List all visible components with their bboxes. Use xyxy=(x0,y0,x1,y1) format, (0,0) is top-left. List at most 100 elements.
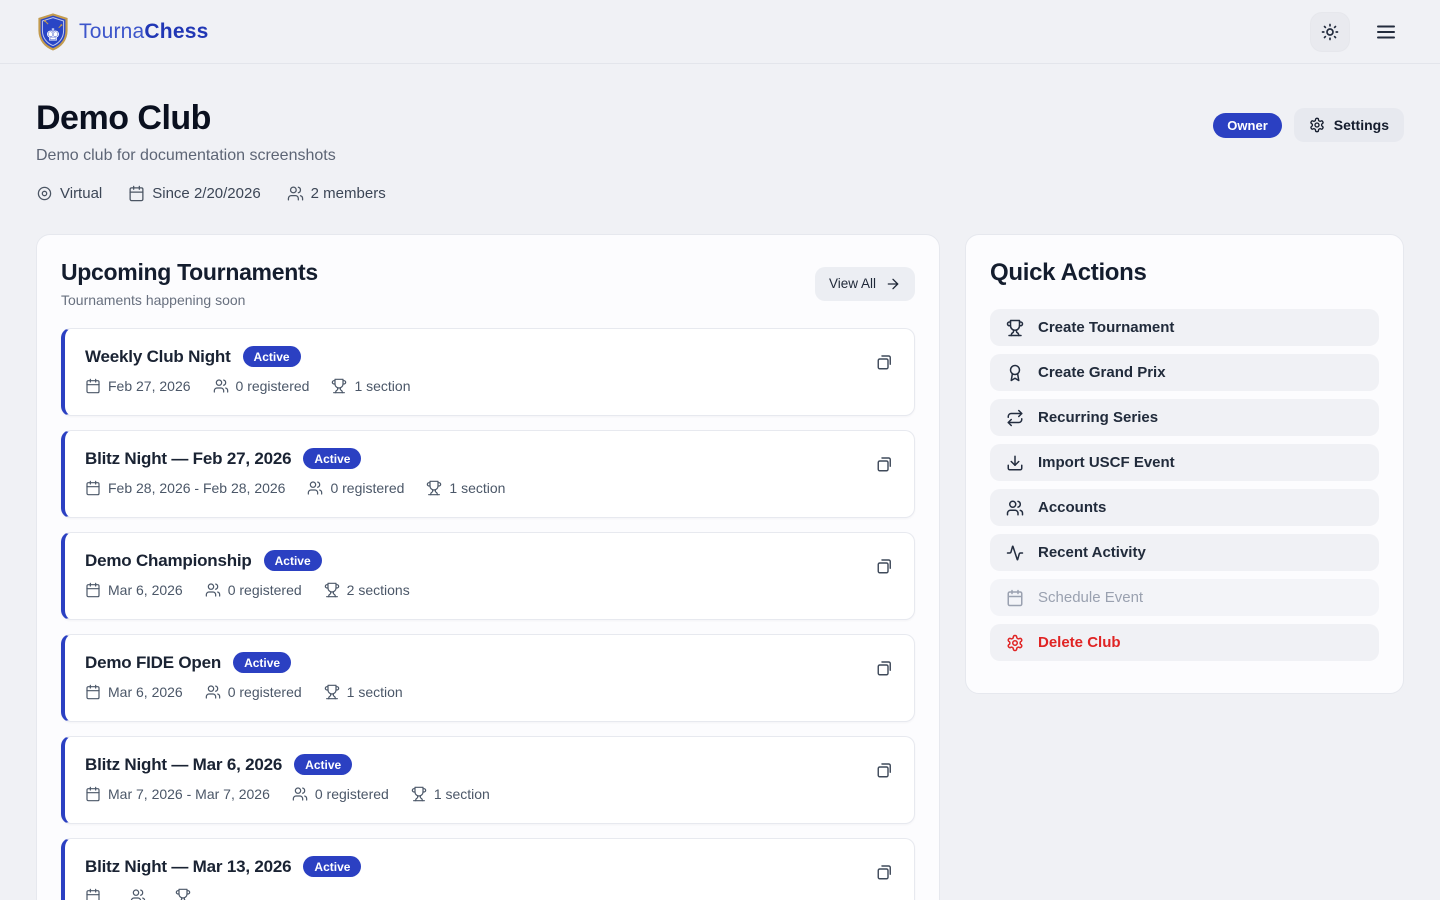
quick-action-label: Delete Club xyxy=(1038,634,1121,651)
users-icon xyxy=(1006,499,1024,517)
tournament-name: Weekly Club Night xyxy=(85,347,231,367)
club-location-label: Virtual xyxy=(60,185,102,202)
duplicate-tournament-button[interactable] xyxy=(874,861,896,883)
award-icon xyxy=(1006,364,1024,382)
duplicate-tournament-button[interactable] xyxy=(874,657,896,679)
club-actions: Owner Settings xyxy=(1213,108,1404,142)
quick-action-item[interactable]: Create Tournament xyxy=(990,309,1379,346)
gear-icon xyxy=(1006,634,1024,652)
calendar-icon xyxy=(128,185,145,202)
tournament-card[interactable]: Demo Championship Active Mar 6, 2026 0 r… xyxy=(61,532,915,620)
tournament-date-label: Mar 6, 2026 xyxy=(108,582,183,598)
club-since-label: Since 2/20/2026 xyxy=(152,185,260,202)
users-icon xyxy=(292,786,308,802)
users-icon xyxy=(205,684,221,700)
quick-actions-panel: Quick Actions Create Tournament Create G… xyxy=(965,234,1404,694)
trophy-icon xyxy=(324,684,340,700)
tournament-registered: 0 registered xyxy=(205,582,302,598)
location-icon xyxy=(36,185,53,202)
tournament-date: Mar 7, 2026 - Mar 7, 2026 xyxy=(85,786,270,802)
quick-action-label: Schedule Event xyxy=(1038,589,1143,606)
tournament-date-label: Mar 6, 2026 xyxy=(108,684,183,700)
tournament-sections: 1 section xyxy=(331,378,410,394)
club-since: Since 2/20/2026 xyxy=(128,185,260,202)
upcoming-subtitle: Tournaments happening soon xyxy=(61,292,318,308)
tournament-name: Blitz Night — Mar 6, 2026 xyxy=(85,755,282,775)
tournament-name: Blitz Night — Feb 27, 2026 xyxy=(85,449,291,469)
quick-action-item[interactable]: Recurring Series xyxy=(990,399,1379,436)
brand-name-part2: Chess xyxy=(144,20,208,43)
tournament-sections-label: 1 section xyxy=(354,378,410,394)
quick-action-item[interactable]: Create Grand Prix xyxy=(990,354,1379,391)
duplicate-tournament-button[interactable] xyxy=(874,351,896,373)
quick-actions-title: Quick Actions xyxy=(990,259,1379,287)
menu-icon xyxy=(1374,20,1398,44)
import-icon xyxy=(1006,454,1024,472)
tournament-card[interactable]: Blitz Night — Mar 13, 2026 Active xyxy=(61,838,915,900)
menu-button[interactable] xyxy=(1368,14,1404,50)
quick-action-item[interactable]: Recent Activity xyxy=(990,534,1379,571)
tournament-card[interactable]: Weekly Club Night Active Feb 27, 2026 0 … xyxy=(61,328,915,416)
copy-icon xyxy=(876,659,894,677)
club-meta: Virtual Since 2/20/2026 2 members xyxy=(36,185,386,202)
tournament-status-badge: Active xyxy=(294,754,352,775)
duplicate-tournament-button[interactable] xyxy=(874,759,896,781)
calendar-icon xyxy=(85,480,101,496)
quick-action-item[interactable]: Accounts xyxy=(990,489,1379,526)
club-description: Demo club for documentation screenshots xyxy=(36,147,386,165)
tournament-name: Demo FIDE Open xyxy=(85,653,221,673)
brand-name-part1: Tourna xyxy=(79,20,144,43)
svg-text:♚: ♚ xyxy=(45,25,60,45)
gear-icon xyxy=(1309,117,1325,133)
copy-icon xyxy=(876,455,894,473)
header-actions xyxy=(1310,12,1404,52)
calendar-icon xyxy=(85,786,101,802)
sun-icon xyxy=(1320,22,1340,42)
brand-name: TournaChess xyxy=(79,20,208,44)
quick-action-label: Recurring Series xyxy=(1038,409,1158,426)
tournament-status-badge: Active xyxy=(233,652,291,673)
tournament-card[interactable]: Blitz Night — Mar 6, 2026 Active Mar 7, … xyxy=(61,736,915,824)
trophy-icon xyxy=(331,378,347,394)
quick-action-label: Import USCF Event xyxy=(1038,454,1175,471)
tournament-registered-label: 0 registered xyxy=(236,378,310,394)
tournament-sections-label: 1 section xyxy=(449,480,505,496)
duplicate-tournament-button[interactable] xyxy=(874,453,896,475)
club-members-label: 2 members xyxy=(311,185,386,202)
club-header: Demo Club Demo club for documentation sc… xyxy=(36,100,1404,202)
arrow-right-icon xyxy=(885,276,901,292)
tournament-sections xyxy=(175,888,198,900)
users-icon xyxy=(130,888,146,900)
chess-shield-logo-icon: ♚ xyxy=(36,12,70,52)
page-title: Demo Club xyxy=(36,100,386,137)
quick-action-item[interactable]: Import USCF Event xyxy=(990,444,1379,481)
tournament-name: Demo Championship xyxy=(85,551,252,571)
tournament-card[interactable]: Blitz Night — Feb 27, 2026 Active Feb 28… xyxy=(61,430,915,518)
quick-action-label: Create Tournament xyxy=(1038,319,1174,336)
tournament-card[interactable]: Demo FIDE Open Active Mar 6, 2026 0 regi… xyxy=(61,634,915,722)
quick-action-item[interactable]: Delete Club xyxy=(990,624,1379,661)
tournament-registered: 0 registered xyxy=(213,378,310,394)
calendar-icon xyxy=(85,582,101,598)
settings-button[interactable]: Settings xyxy=(1294,108,1404,142)
upcoming-title: Upcoming Tournaments xyxy=(61,259,318,286)
tournament-registered: 0 registered xyxy=(292,786,389,802)
brand-logo[interactable]: ♚ TournaChess xyxy=(36,12,208,52)
view-all-button[interactable]: View All xyxy=(815,267,915,301)
view-all-label: View All xyxy=(829,276,876,291)
calendar-icon xyxy=(85,888,101,900)
tournament-registered-label: 0 registered xyxy=(330,480,404,496)
tournament-registered xyxy=(130,888,153,900)
tournament-sections: 1 section xyxy=(324,684,403,700)
tournament-date-label: Mar 7, 2026 - Mar 7, 2026 xyxy=(108,786,270,802)
main-content: Demo Club Demo club for documentation sc… xyxy=(0,64,1440,900)
copy-icon xyxy=(876,353,894,371)
copy-icon xyxy=(876,863,894,881)
tournament-registered-label: 0 registered xyxy=(315,786,389,802)
duplicate-tournament-button[interactable] xyxy=(874,555,896,577)
activity-icon xyxy=(1006,544,1024,562)
theme-toggle-button[interactable] xyxy=(1310,12,1350,52)
copy-icon xyxy=(876,761,894,779)
tournament-date-label: Feb 27, 2026 xyxy=(108,378,191,394)
tournament-date: Feb 27, 2026 xyxy=(85,378,191,394)
